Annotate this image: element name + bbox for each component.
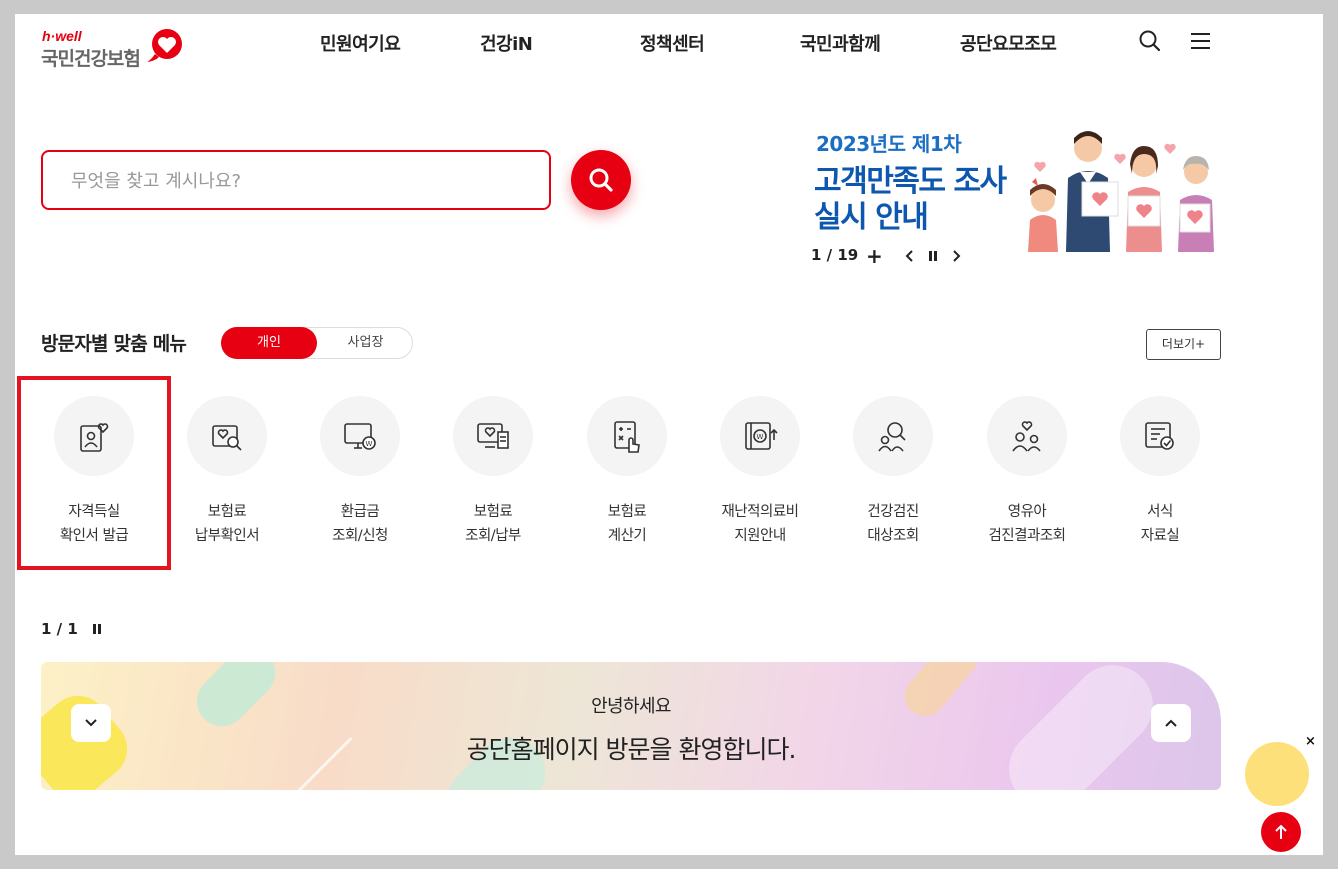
tile-label-line2: 지원안내: [734, 528, 786, 544]
form-check-icon: [1145, 422, 1174, 450]
monitor-won-icon: W: [344, 423, 376, 450]
tile-label-line1: 영유아: [1007, 504, 1047, 520]
nav-item-policy[interactable]: 정책센터: [640, 30, 705, 56]
tile-label-line2: 확인서 발급: [59, 528, 129, 544]
welcome-greeting: 안녕하세요: [591, 696, 671, 717]
tile-label-line2: 계산기: [607, 528, 647, 544]
welcome-message: 공단홈페이지 방문을 환영합니다.: [466, 735, 797, 764]
tile-icon-circle: W: [320, 396, 400, 476]
svg-text:W: W: [757, 433, 764, 441]
arrow-up-icon: [1275, 824, 1287, 839]
pause-icon[interactable]: [925, 248, 941, 264]
people-search-icon: [878, 422, 906, 452]
promo-banner[interactable]: 2023년도 제1차 고객만족도 조사 실시 안내 1 / 19 +: [810, 124, 1230, 284]
search-box: [41, 150, 551, 210]
toggle-personal[interactable]: 개인: [221, 327, 317, 359]
tile-icon-circle: W: [720, 396, 800, 476]
welcome-next-button[interactable]: [1151, 704, 1191, 742]
toggle-business[interactable]: 사업장: [318, 328, 413, 358]
visitor-type-toggle: 개인 사업장: [221, 327, 413, 359]
tile-icon-circle: [187, 396, 267, 476]
id-card-heart-icon: [80, 423, 109, 452]
screen-receipt-icon: [477, 423, 509, 449]
tile-label-line2: 검진결과조회: [988, 528, 1066, 544]
nav-item-civil[interactable]: 민원여기요: [320, 30, 401, 56]
search-icon: [589, 168, 613, 192]
tile-label-line1: 건강검진: [867, 504, 919, 520]
tile-label-line1: 보험료: [607, 504, 647, 520]
search-icon[interactable]: [1137, 28, 1163, 54]
search-input[interactable]: [71, 164, 531, 198]
quick-menu-tiles: 자격득실 확인서 발급 보험료 납부확인서 W 환급금 조회/신청 보험료 조회…: [15, 396, 1323, 556]
chevron-up-icon: [1165, 719, 1177, 727]
tile-icon-circle: [987, 396, 1067, 476]
floating-promo-bubble[interactable]: [1245, 742, 1309, 806]
tile-premium-calculator[interactable]: 보험료 계산기: [567, 396, 687, 556]
tile-label-line2: 조회/납부: [465, 528, 521, 544]
tile-label-line1: 재난적의료비: [721, 504, 799, 520]
book-won-icon: W: [745, 422, 778, 450]
scroll-top-button[interactable]: [1261, 812, 1301, 852]
hamburger-menu-icon[interactable]: [1188, 28, 1214, 54]
calculator-hand-icon: [614, 421, 640, 453]
tile-forms-library[interactable]: 서식 자료실: [1100, 396, 1220, 556]
tile-label-line1: 자격득실: [68, 504, 120, 520]
chevron-left-icon[interactable]: [902, 248, 918, 264]
tile-icon-circle: [1120, 396, 1200, 476]
tile-label-line1: 서식: [1147, 504, 1173, 520]
tile-label-line1: 보험료: [473, 504, 513, 520]
chevron-right-icon[interactable]: [948, 248, 964, 264]
tile-label-line1: 환급금: [340, 504, 380, 520]
tile-premium-payment[interactable]: 보험료 조회/납부: [433, 396, 553, 556]
floating-close-button[interactable]: ×: [1305, 734, 1316, 749]
page-frame: h·well 국민건강보험 민원여기요 건강iN 정책센터 국민과함께 공단요모…: [15, 14, 1323, 855]
tile-label-line2: 납부확인서: [194, 528, 260, 544]
tile-payment-certificate[interactable]: 보험료 납부확인서: [167, 396, 287, 556]
family-heart-icon: [1012, 421, 1041, 452]
tile-icon-circle: [453, 396, 533, 476]
tile-catastrophic-medical[interactable]: W 재난적의료비 지원안내: [700, 396, 820, 556]
tile-infant-checkup[interactable]: 영유아 검진결과조회: [967, 396, 1087, 556]
nav-item-with-people[interactable]: 국민과함께: [800, 30, 881, 56]
family-illustration-icon: [1028, 131, 1214, 252]
section-title: 방문자별 맞춤 메뉴: [41, 333, 187, 355]
tile-label-line2: 조회/신청: [332, 528, 388, 544]
banner-title-line2: 실시 안내: [814, 200, 929, 235]
chevron-down-icon: [85, 719, 97, 727]
menu-page-indicator: 1 / 1: [41, 620, 78, 638]
decor-shape: [992, 662, 1170, 790]
more-button[interactable]: 더보기+: [1146, 329, 1221, 360]
svg-text:W: W: [366, 440, 373, 448]
banner-plus-button[interactable]: +: [866, 244, 883, 268]
tile-label-line2: 대상조회: [867, 528, 919, 544]
search-button[interactable]: [571, 150, 631, 210]
nav-item-health-in[interactable]: 건강iN: [480, 30, 533, 56]
tile-icon-circle: [853, 396, 933, 476]
tile-qualification-certificate[interactable]: 자격득실 확인서 발급: [34, 396, 154, 556]
tile-label-line2: 자료실: [1140, 528, 1180, 544]
banner-controls: 1 / 19 +: [810, 244, 1010, 268]
tile-checkup-target[interactable]: 건강검진 대상조회: [833, 396, 953, 556]
tile-icon-circle: [587, 396, 667, 476]
main-navigation: 민원여기요 건강iN 정책센터 국민과함께 공단요모조모: [15, 30, 1323, 56]
banner-page-indicator: 1 / 19: [811, 246, 859, 264]
banner-year-text: 2023년도 제1차: [816, 132, 962, 156]
tile-icon-circle: [54, 396, 134, 476]
nav-item-about[interactable]: 공단요모조모: [960, 30, 1057, 56]
tile-label-line1: 보험료: [207, 504, 247, 520]
document-search-icon: [212, 425, 242, 451]
pause-icon[interactable]: [91, 623, 103, 635]
welcome-prev-button[interactable]: [71, 704, 111, 742]
welcome-banner: 안녕하세요 공단홈페이지 방문을 환영합니다.: [41, 662, 1221, 790]
tile-refund[interactable]: W 환급금 조회/신청: [300, 396, 420, 556]
